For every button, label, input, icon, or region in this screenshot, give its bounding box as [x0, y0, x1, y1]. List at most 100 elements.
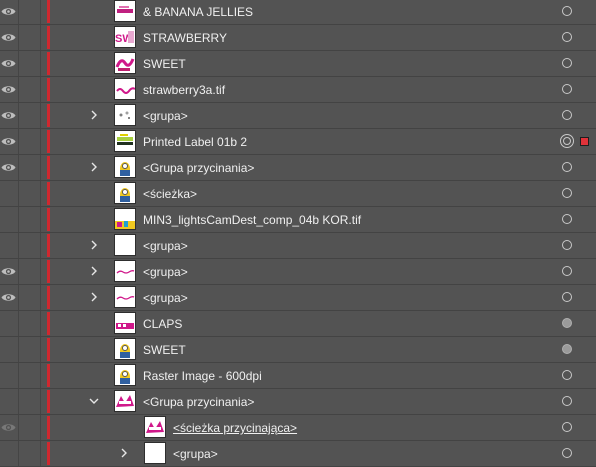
- layer-name[interactable]: SWEET: [143, 343, 186, 357]
- lock-toggle[interactable]: [19, 259, 41, 284]
- lock-toggle[interactable]: [19, 441, 41, 466]
- visibility-toggle[interactable]: [0, 207, 19, 232]
- lock-toggle[interactable]: [19, 285, 41, 310]
- chevron-icon[interactable]: [88, 265, 100, 277]
- layer-row[interactable]: MIN3_lightsCamDest_comp_04b KOR.tif: [0, 207, 596, 233]
- target-circle-icon[interactable]: [560, 134, 574, 148]
- eye-icon[interactable]: [1, 58, 16, 69]
- visibility-toggle[interactable]: [0, 25, 19, 50]
- target-circle-icon[interactable]: [562, 370, 572, 380]
- layer-row[interactable]: <grupa>: [0, 441, 596, 467]
- visibility-toggle[interactable]: [0, 0, 19, 24]
- target-circle-icon[interactable]: [562, 58, 572, 68]
- layer-row[interactable]: Printed Label 01b 2: [0, 129, 596, 155]
- layer-name[interactable]: <grupa>: [143, 291, 188, 305]
- eye-icon[interactable]: [1, 32, 16, 43]
- target-circle-icon[interactable]: [562, 448, 572, 458]
- selection-indicator[interactable]: [580, 137, 589, 146]
- layer-row[interactable]: SWEET: [0, 337, 596, 363]
- visibility-toggle[interactable]: [0, 77, 19, 102]
- visibility-toggle[interactable]: [0, 129, 19, 154]
- eye-icon[interactable]: [1, 292, 16, 303]
- lock-toggle[interactable]: [19, 363, 41, 388]
- layer-row[interactable]: <grupa>: [0, 233, 596, 259]
- layer-row[interactable]: <grupa>: [0, 259, 596, 285]
- lock-toggle[interactable]: [19, 77, 41, 102]
- layer-name[interactable]: MIN3_lightsCamDest_comp_04b KOR.tif: [143, 213, 361, 227]
- layer-name[interactable]: <ścieżka przycinająca>: [173, 421, 297, 435]
- visibility-toggle[interactable]: [0, 441, 19, 466]
- target-circle-icon[interactable]: [562, 214, 572, 224]
- layer-row[interactable]: Raster Image - 600dpi: [0, 363, 596, 389]
- layer-name[interactable]: <ścieżka>: [143, 187, 197, 201]
- layer-row[interactable]: <ścieżka przycinająca>: [0, 415, 596, 441]
- lock-toggle[interactable]: [19, 415, 41, 440]
- lock-toggle[interactable]: [19, 181, 41, 206]
- lock-toggle[interactable]: [19, 25, 41, 50]
- layer-row[interactable]: & BANANA JELLIES: [0, 0, 596, 25]
- visibility-toggle[interactable]: [0, 155, 19, 180]
- target-circle-icon[interactable]: [562, 84, 572, 94]
- layer-name[interactable]: CLAPS: [143, 317, 182, 331]
- eye-icon[interactable]: [1, 136, 16, 147]
- target-circle-icon[interactable]: [562, 240, 572, 250]
- layer-row[interactable]: <Grupa przycinania>: [0, 155, 596, 181]
- layer-name[interactable]: Printed Label 01b 2: [143, 135, 247, 149]
- eye-icon[interactable]: [1, 162, 16, 173]
- lock-toggle[interactable]: [19, 337, 41, 362]
- chevron-icon[interactable]: [88, 395, 100, 407]
- visibility-toggle[interactable]: [0, 181, 19, 206]
- chevron-icon[interactable]: [88, 161, 100, 173]
- lock-toggle[interactable]: [19, 233, 41, 258]
- visibility-toggle[interactable]: [0, 285, 19, 310]
- layer-name[interactable]: <Grupa przycinania>: [143, 395, 254, 409]
- chevron-icon[interactable]: [118, 447, 130, 459]
- visibility-toggle[interactable]: [0, 415, 19, 440]
- eye-icon[interactable]: [1, 266, 16, 277]
- target-circle-icon[interactable]: [562, 292, 572, 302]
- lock-toggle[interactable]: [19, 129, 41, 154]
- target-circle-icon[interactable]: [562, 32, 572, 42]
- target-circle-icon[interactable]: [562, 344, 572, 354]
- eye-icon[interactable]: [1, 110, 16, 121]
- layer-name[interactable]: STRAWBERRY: [143, 31, 227, 45]
- visibility-toggle[interactable]: [0, 233, 19, 258]
- layer-name[interactable]: SWEET: [143, 57, 186, 71]
- target-circle-icon[interactable]: [562, 162, 572, 172]
- target-circle-icon[interactable]: [562, 422, 572, 432]
- target-circle-icon[interactable]: [562, 110, 572, 120]
- visibility-toggle[interactable]: [0, 363, 19, 388]
- lock-toggle[interactable]: [19, 103, 41, 128]
- layer-row[interactable]: <grupa>: [0, 103, 596, 129]
- lock-toggle[interactable]: [19, 207, 41, 232]
- chevron-icon[interactable]: [88, 239, 100, 251]
- visibility-toggle[interactable]: [0, 337, 19, 362]
- chevron-icon[interactable]: [88, 109, 100, 121]
- layer-name[interactable]: strawberry3a.tif: [143, 83, 225, 97]
- layer-row[interactable]: strawberry3a.tif: [0, 77, 596, 103]
- visibility-toggle[interactable]: [0, 51, 19, 76]
- eye-icon[interactable]: [1, 6, 16, 17]
- visibility-toggle[interactable]: [0, 389, 19, 414]
- lock-toggle[interactable]: [19, 0, 41, 24]
- eye-icon[interactable]: [1, 422, 16, 433]
- layer-row[interactable]: CLAPS: [0, 311, 596, 337]
- lock-toggle[interactable]: [19, 51, 41, 76]
- target-circle-icon[interactable]: [562, 396, 572, 406]
- layer-name[interactable]: <Grupa przycinania>: [143, 161, 254, 175]
- layer-row[interactable]: <ścieżka>: [0, 181, 596, 207]
- eye-icon[interactable]: [1, 84, 16, 95]
- target-circle-icon[interactable]: [562, 188, 572, 198]
- target-circle-icon[interactable]: [562, 266, 572, 276]
- lock-toggle[interactable]: [19, 311, 41, 336]
- layer-name[interactable]: <grupa>: [143, 239, 188, 253]
- layer-name[interactable]: & BANANA JELLIES: [143, 5, 253, 19]
- lock-toggle[interactable]: [19, 155, 41, 180]
- layer-row[interactable]: <grupa>: [0, 285, 596, 311]
- layer-row[interactable]: SW STRAWBERRY: [0, 25, 596, 51]
- visibility-toggle[interactable]: [0, 311, 19, 336]
- visibility-toggle[interactable]: [0, 103, 19, 128]
- layer-name[interactable]: <grupa>: [143, 265, 188, 279]
- chevron-icon[interactable]: [88, 291, 100, 303]
- layer-name[interactable]: <grupa>: [143, 109, 188, 123]
